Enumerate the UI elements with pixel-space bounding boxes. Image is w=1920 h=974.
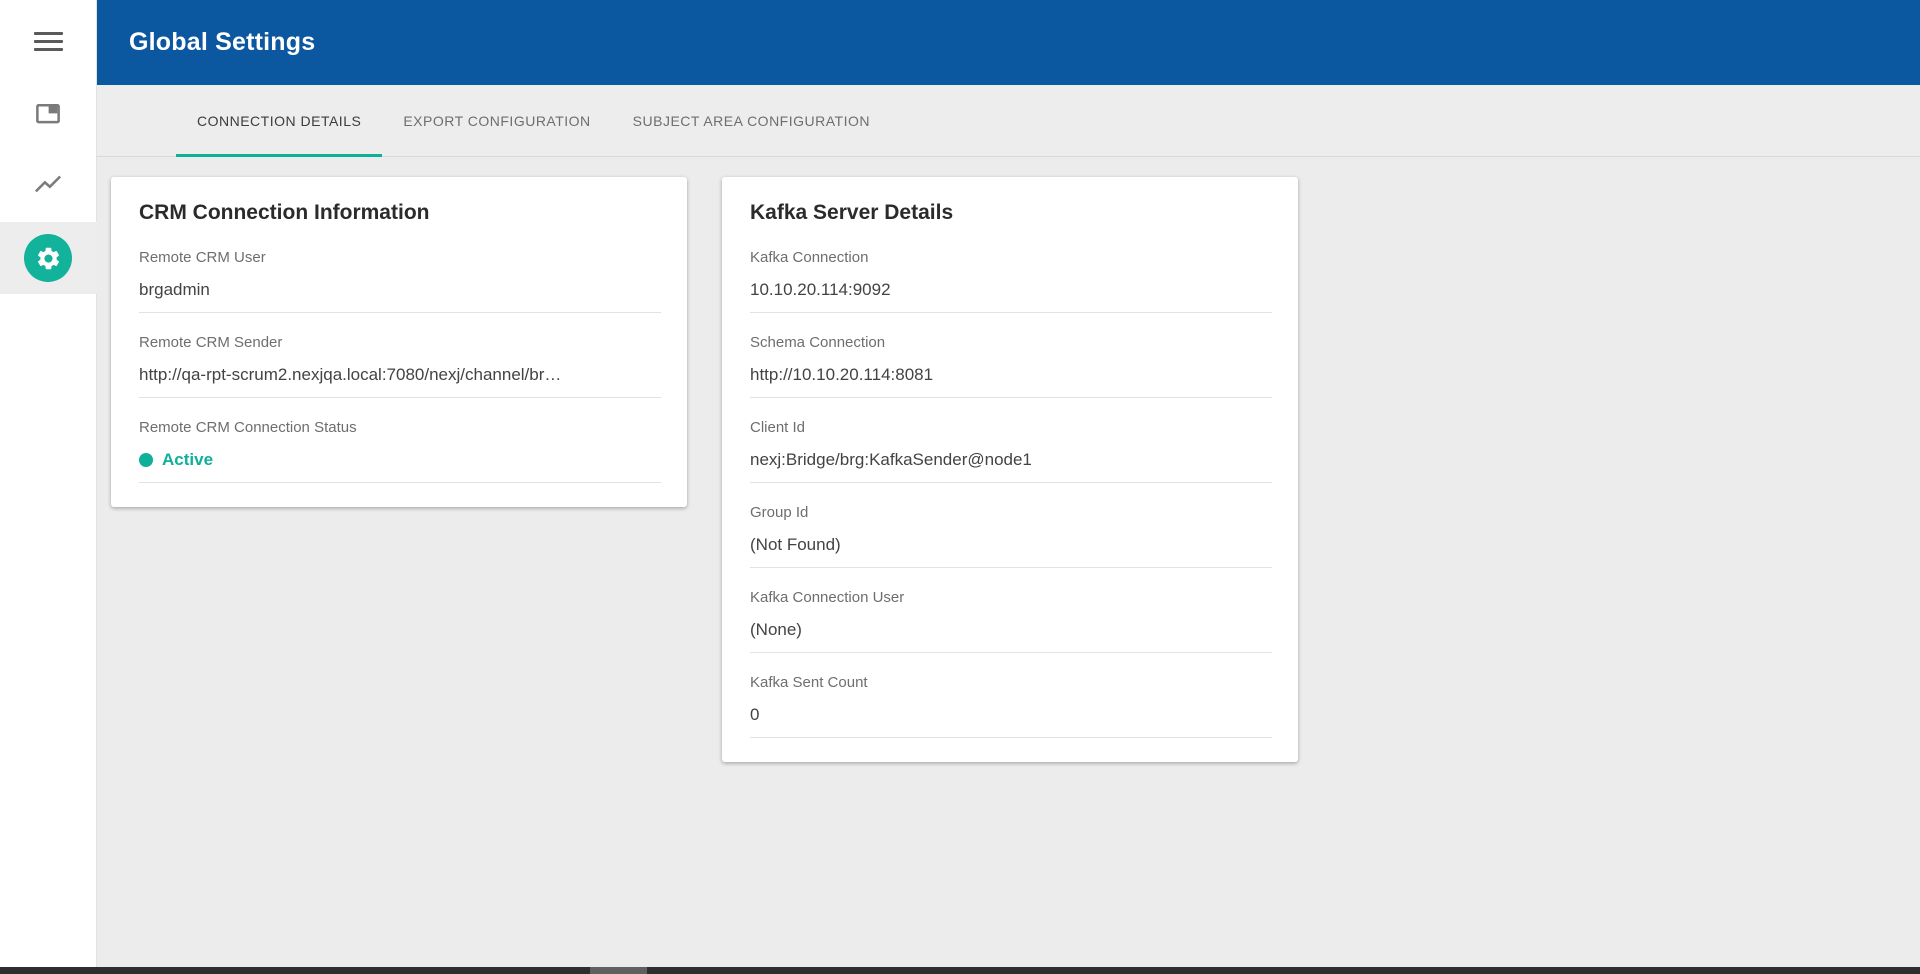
horizontal-scrollbar-thumb[interactable]: [590, 967, 647, 974]
field-client-id: Client Id nexj:Bridge/brg:KafkaSender@no…: [750, 398, 1272, 483]
tab-bar: CONNECTION DETAILS EXPORT CONFIGURATION …: [97, 85, 1920, 157]
field-label: Group Id: [750, 504, 1272, 522]
field-remote-crm-sender: Remote CRM Sender http://qa-rpt-scrum2.n…: [139, 313, 661, 398]
field-value: http://10.10.20.114:8081: [750, 365, 1272, 398]
menu-icon[interactable]: [34, 32, 63, 51]
sidebar-item-settings-active[interactable]: [0, 222, 97, 294]
field-value: nexj:Bridge/brg:KafkaSender@node1: [750, 450, 1272, 483]
tab-label: EXPORT CONFIGURATION: [403, 113, 590, 129]
field-schema-connection: Schema Connection http://10.10.20.114:80…: [750, 313, 1272, 398]
sidebar-item-window[interactable]: [33, 99, 63, 134]
settings-gear-icon: [24, 234, 72, 282]
app-header: Global Settings: [97, 0, 1920, 85]
tab-export-configuration[interactable]: EXPORT CONFIGURATION: [382, 85, 611, 156]
card-title: Kafka Server Details: [750, 198, 1272, 228]
field-label: Kafka Connection User: [750, 589, 1272, 607]
status-badge: Active: [162, 450, 213, 470]
tab-label: SUBJECT AREA CONFIGURATION: [633, 113, 870, 129]
field-remote-crm-user: Remote CRM User brgadmin: [139, 228, 661, 313]
field-label: Kafka Connection: [750, 249, 1272, 267]
field-kafka-sent-count: Kafka Sent Count 0: [750, 653, 1272, 738]
tab-connection-details[interactable]: CONNECTION DETAILS: [176, 85, 382, 156]
status-value: Active: [139, 450, 661, 483]
horizontal-scrollbar[interactable]: [0, 967, 1920, 974]
main-area: Global Settings CONNECTION DETAILS EXPOR…: [97, 0, 1920, 967]
sidebar-item-metrics[interactable]: [33, 170, 63, 201]
app-window: Global Settings CONNECTION DETAILS EXPOR…: [0, 0, 1920, 967]
field-value: 10.10.20.114:9092: [750, 280, 1272, 313]
window-icon: [33, 99, 63, 134]
menu-bar: [34, 48, 63, 51]
field-label: Remote CRM User: [139, 249, 661, 267]
field-label: Remote CRM Sender: [139, 334, 661, 352]
tab-label: CONNECTION DETAILS: [197, 113, 361, 129]
page-title: Global Settings: [129, 28, 315, 57]
field-value: (Not Found): [750, 535, 1272, 568]
status-active-dot-icon: [139, 453, 153, 467]
menu-bar: [34, 40, 63, 43]
kafka-server-card: Kafka Server Details Kafka Connection 10…: [722, 177, 1298, 762]
field-value: (None): [750, 620, 1272, 653]
crm-connection-card: CRM Connection Information Remote CRM Us…: [111, 177, 687, 507]
field-label: Schema Connection: [750, 334, 1272, 352]
tab-subject-area-configuration[interactable]: SUBJECT AREA CONFIGURATION: [612, 85, 891, 156]
trending-chart-icon: [33, 170, 63, 201]
field-group-id: Group Id (Not Found): [750, 483, 1272, 568]
content-area: CRM Connection Information Remote CRM Us…: [97, 157, 1920, 967]
menu-bar: [34, 32, 63, 35]
card-title: CRM Connection Information: [139, 198, 661, 228]
field-label: Client Id: [750, 419, 1272, 437]
field-value: http://qa-rpt-scrum2.nexjqa.local:7080/n…: [139, 365, 661, 398]
active-tab-underline: [176, 154, 382, 157]
field-kafka-connection-user: Kafka Connection User (None): [750, 568, 1272, 653]
field-remote-crm-connection-status: Remote CRM Connection Status Active: [139, 398, 661, 483]
field-label: Remote CRM Connection Status: [139, 419, 661, 437]
sidebar: [0, 0, 97, 967]
field-kafka-connection: Kafka Connection 10.10.20.114:9092: [750, 228, 1272, 313]
field-value: 0: [750, 705, 1272, 738]
field-value: brgadmin: [139, 280, 661, 313]
field-label: Kafka Sent Count: [750, 674, 1272, 692]
